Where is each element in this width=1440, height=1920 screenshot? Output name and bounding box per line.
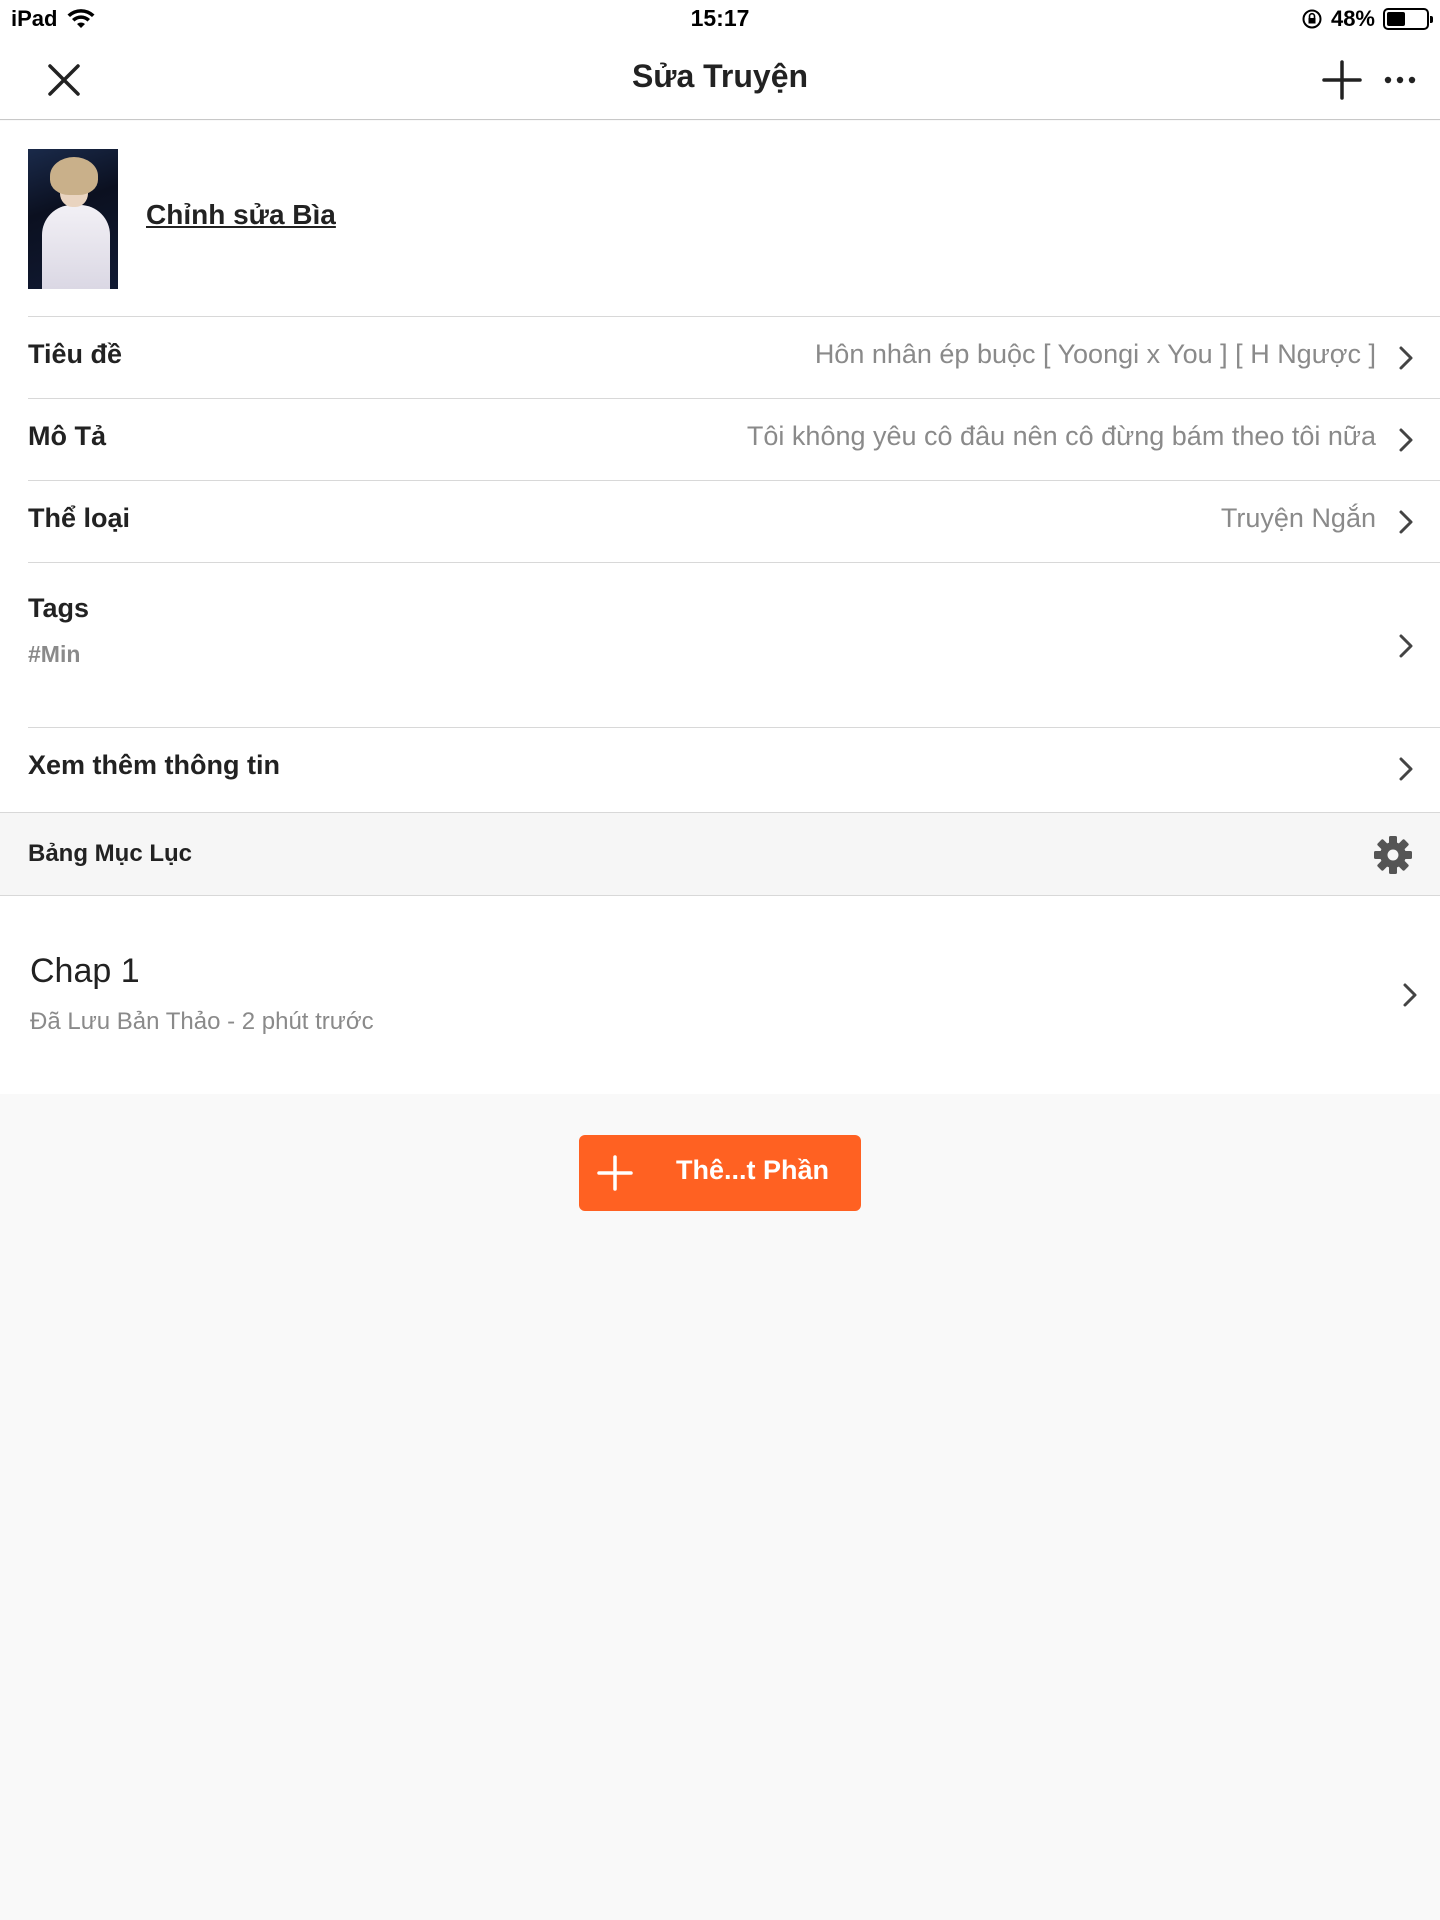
chevron-right-icon — [1399, 510, 1413, 534]
title-value: Hôn nhân ép buộc [ Yoongi x You ] [ H Ng… — [814, 339, 1376, 369]
title-row[interactable]: Tiêu đề Hôn nhân ép buộc [ Yoongi x You … — [28, 316, 1440, 398]
cover-row: Chỉnh sửa Bìa — [0, 121, 1440, 317]
chapter-status: Đã Lưu Bản Thảo - 2 phút trước — [30, 1008, 374, 1035]
chevron-right-icon — [1399, 346, 1413, 370]
tags-row[interactable]: Tags #Min — [28, 562, 1440, 727]
edit-cover-link[interactable]: Chỉnh sửa Bìa — [146, 199, 336, 231]
toc-label: Bảng Mục Lục — [28, 840, 193, 867]
chapter-title: Chap 1 — [30, 952, 140, 990]
gear-icon[interactable] — [1372, 834, 1414, 876]
more-icon[interactable] — [1378, 58, 1422, 102]
tags-value: #Min — [28, 641, 81, 667]
battery-icon — [1383, 8, 1433, 30]
status-time: 15:17 — [690, 5, 750, 31]
chevron-right-icon — [1399, 757, 1413, 781]
add-part-button[interactable]: Thê...t Phần — [579, 1135, 861, 1211]
toc-header: Bảng Mục Lục — [0, 812, 1440, 896]
status-bar: iPad 15:17 48% — [0, 0, 1440, 40]
story-details: Chỉnh sửa Bìa Tiêu đề Hôn nhân ép buộc [… — [0, 121, 1440, 813]
tags-label: Tags — [28, 593, 90, 623]
more-info-row[interactable]: Xem thêm thông tin — [28, 727, 1440, 811]
nav-bar: Sửa Truyện — [0, 40, 1440, 120]
genre-value: Truyện Ngắn — [1220, 503, 1376, 533]
status-right: 48% — [1301, 6, 1433, 32]
chevron-right-icon — [1403, 983, 1417, 1007]
description-value: Tôi không yêu cô đâu nên cô đừng bám the… — [746, 421, 1376, 451]
genre-row[interactable]: Thể loại Truyện Ngắn — [28, 480, 1440, 562]
plus-icon[interactable] — [1320, 58, 1364, 102]
chevron-right-icon — [1399, 634, 1413, 658]
more-info-label: Xem thêm thông tin — [28, 750, 280, 780]
title-label: Tiêu đề — [28, 339, 123, 369]
battery-percent: 48% — [1330, 6, 1375, 31]
chevron-right-icon — [1399, 428, 1413, 452]
description-row[interactable]: Mô Tả Tôi không yêu cô đâu nên cô đừng b… — [28, 398, 1440, 480]
chapter-item[interactable]: Chap 1 Đã Lưu Bản Thảo - 2 phút trước — [0, 896, 1440, 1094]
description-label: Mô Tả — [28, 421, 106, 451]
genre-label: Thể loại — [28, 503, 131, 533]
plus-icon — [597, 1155, 633, 1191]
rotation-lock-icon — [1302, 9, 1322, 29]
add-part-label: Thê...t Phần — [676, 1155, 830, 1185]
page-title: Sửa Truyện — [631, 58, 809, 94]
cover-image[interactable] — [28, 149, 118, 289]
